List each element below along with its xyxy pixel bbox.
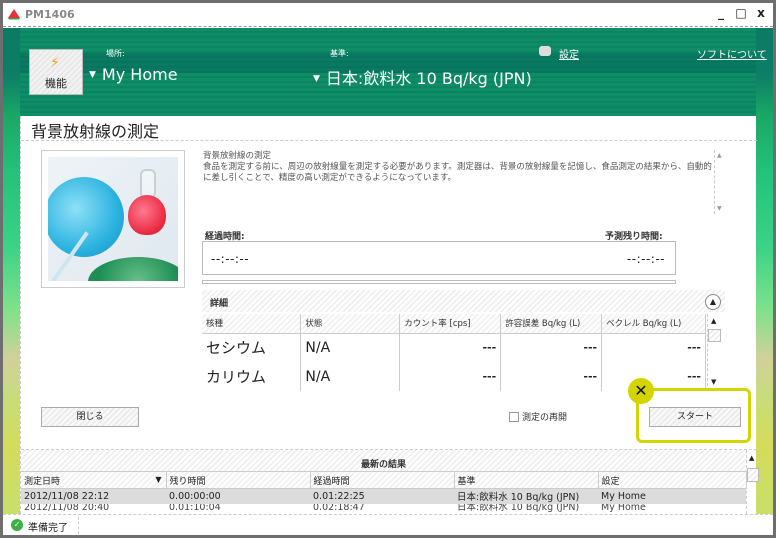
setting-cell: My Home — [598, 488, 746, 504]
collapse-up-icon[interactable]: ▲ — [705, 294, 721, 310]
checkbox[interactable] — [509, 412, 519, 422]
results-scrollbar[interactable]: ▲ — [746, 450, 759, 514]
settings-cube-icon — [539, 46, 551, 56]
maximize-button[interactable]: □ — [733, 6, 749, 20]
results-table: 測定日時 ▼ 残り時間 経過時間 基準 設定 2012/11/08 22:12 0… — [21, 471, 747, 512]
details-header: 詳細 ▲ — [202, 290, 725, 312]
lightning-icon: ⚡ — [50, 55, 60, 71]
description-title: 背景放射線の測定 — [203, 151, 272, 161]
tolerance-cell: --- — [500, 362, 603, 391]
details-scrollbar[interactable]: ▲ ▼ — [707, 314, 721, 386]
table-row[interactable]: 2012/11/08 22:12 0.00:00:00 0.01:22:25 日… — [21, 488, 746, 504]
close-window-button[interactable]: x — [753, 6, 769, 20]
column-header[interactable]: 基準 — [454, 471, 599, 489]
status-cell: N/A — [300, 362, 401, 391]
resume-label: 測定の再開 — [522, 413, 568, 423]
time-display: --:--:-- --:--:-- — [202, 241, 676, 275]
status-bar: ✓ 準備完了 — [3, 514, 773, 535]
status-text: 準備完了 — [28, 523, 68, 534]
scroll-up-icon[interactable]: ▲ — [749, 454, 754, 462]
details-title: 詳細 — [210, 299, 229, 309]
settings-link[interactable]: 設定 — [559, 46, 579, 61]
standard-dropdown[interactable]: ▼ 日本:飲料水 10 Bq/kg (JPN) — [313, 65, 532, 89]
function-button-label: 機能 — [45, 77, 67, 90]
tolerance-cell: --- — [500, 333, 603, 362]
becquerel-cell: --- — [601, 333, 706, 362]
resume-measurement-checkbox[interactable]: 測定の再開 — [509, 410, 567, 423]
location-dropdown[interactable]: ▼ My Home — [89, 65, 178, 84]
scroll-thumb[interactable] — [708, 329, 721, 342]
watermelon-logo-icon — [8, 9, 20, 20]
panel-title: 背景放射線の測定 — [31, 122, 160, 141]
results-title: 最新の結果 — [360, 460, 406, 470]
column-header[interactable]: ベクレル Bq/kg (L) — [601, 314, 706, 334]
scroll-up-icon[interactable]: ▲ — [711, 317, 716, 325]
left-decor-stripe — [3, 28, 20, 514]
column-header[interactable]: 設定 — [598, 471, 747, 489]
scroll-down-icon[interactable]: ▼ — [717, 205, 722, 212]
column-header[interactable]: カウント率 [cps] — [399, 314, 502, 334]
scroll-down-icon[interactable]: ▼ — [711, 378, 716, 386]
remaining-time-value: --:--:-- — [626, 252, 665, 266]
function-button[interactable]: ⚡ 機能 — [29, 49, 83, 95]
description-scrollbar[interactable]: ▲ ▼ — [714, 150, 724, 214]
background-measurement-panel: 背景放射線の測定 背景放射線の測定 食品を測定する前に、周辺の放射線量を測定する… — [20, 116, 759, 514]
sort-desc-icon: ▼ — [155, 475, 162, 484]
status-divider — [78, 517, 79, 534]
remaining-cell: 0.00:00:00 — [166, 488, 310, 504]
results-header: 最新の結果 — [21, 450, 746, 471]
standard-label: 基準: — [330, 49, 349, 58]
column-header-label: 測定日時 — [24, 476, 61, 487]
start-button[interactable]: スタート — [649, 407, 741, 427]
count-rate-cell: --- — [399, 333, 502, 362]
title-divider — [21, 140, 757, 141]
nuclide-cell: カリウム — [202, 362, 302, 391]
close-highlight-icon[interactable]: ✕ — [628, 378, 654, 404]
chevron-down-icon: ▼ — [89, 70, 96, 80]
location-value: My Home — [101, 65, 178, 84]
details-table: 核種 状態 カウント率 [cps] 許容誤差 Bq/kg (L) ベクレル Bq… — [202, 314, 706, 391]
column-header[interactable]: 許容誤差 Bq/kg (L) — [500, 314, 603, 334]
status-cell: N/A — [300, 333, 401, 362]
app-window: PM1406 _ □ x ⚡ 機能 場所: ▼ My Home 基準: ▼ 日本:飲… — [0, 0, 776, 538]
standard-cell: 日本:飲料水 10 Bq/kg (JPN) — [457, 503, 580, 512]
lab-glassware-image — [41, 150, 185, 288]
close-button[interactable]: 閉じる — [41, 407, 139, 427]
elapsed-time-value: --:--:-- — [211, 252, 250, 266]
column-header[interactable]: 残り時間 — [166, 471, 311, 489]
standard-value: 日本:飲料水 10 Bq/kg (JPN) — [325, 69, 532, 88]
check-circle-icon: ✓ — [11, 519, 23, 531]
setting-cell: My Home — [601, 503, 646, 512]
elapsed-cell: 0.02:18:47 — [313, 503, 365, 512]
description-body: 食品を測定する前に、周辺の放射線量を測定する必要があります。測定器は、背景の放射… — [203, 162, 712, 183]
count-rate-cell: --- — [399, 362, 502, 391]
standard-cell: 日本:飲料水 10 Bq/kg (JPN) — [454, 488, 598, 504]
latest-results-section: 最新の結果 測定日時 ▼ 残り時間 経過時間 基準 設定 2012/11/08 … — [21, 449, 759, 514]
table-row[interactable]: セシウム N/A --- --- --- — [202, 333, 706, 362]
column-header-datetime[interactable]: 測定日時 ▼ — [21, 471, 167, 489]
datetime-cell: 2012/11/08 20:40 — [24, 503, 110, 512]
window-title: PM1406 — [25, 8, 75, 21]
scroll-up-icon[interactable]: ▲ — [717, 152, 722, 159]
description: 背景放射線の測定 食品を測定する前に、周辺の放射線量を測定する必要があります。測… — [203, 151, 713, 184]
scroll-thumb[interactable] — [747, 468, 759, 482]
column-header[interactable]: 状態 — [300, 314, 401, 334]
location-label: 場所: — [106, 49, 125, 58]
progress-bar — [202, 280, 676, 284]
about-link[interactable]: ソフトについて — [697, 46, 767, 61]
column-header[interactable]: 核種 — [202, 314, 302, 334]
nuclide-cell: セシウム — [202, 333, 302, 362]
elapsed-cell: 0.01:22:25 — [310, 488, 454, 504]
title-bar: PM1406 _ □ x — [3, 3, 773, 27]
right-decor-stripe — [756, 28, 773, 514]
column-header[interactable]: 経過時間 — [310, 471, 455, 489]
chevron-down-icon: ▼ — [313, 74, 320, 84]
datetime-cell: 2012/11/08 22:12 — [21, 488, 166, 504]
minimize-button[interactable]: _ — [713, 6, 729, 20]
remaining-cell: 0.01:10:04 — [169, 503, 221, 512]
details-section: 詳細 ▲ 核種 状態 カウント率 [cps] 許容誤差 Bq/kg (L) ベク… — [202, 290, 725, 391]
table-row[interactable]: 2012/11/08 20:40 0.01:10:04 0.02:18:47 日… — [21, 504, 746, 512]
